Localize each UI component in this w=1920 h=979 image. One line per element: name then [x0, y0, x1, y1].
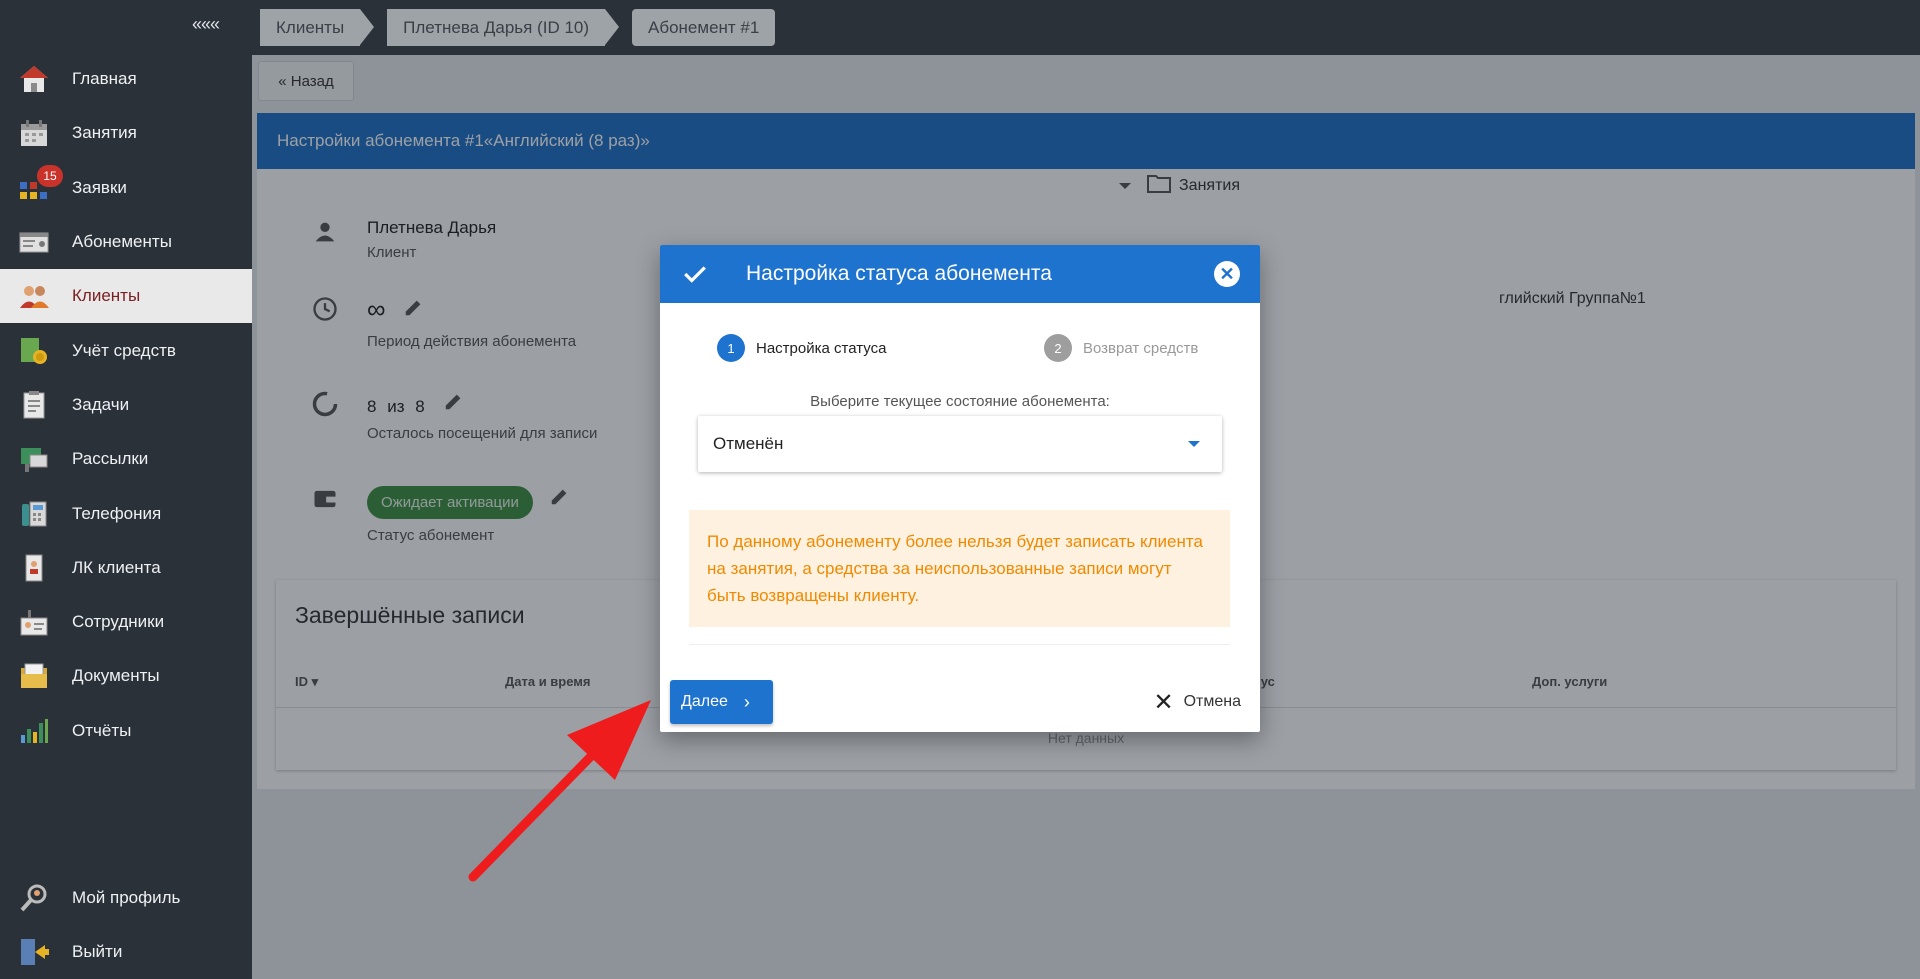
sidebar-item-finance[interactable]: Учёт средств — [0, 323, 252, 377]
sidebar-item-label: Заявки — [72, 177, 127, 197]
sidebar-item-my-profile[interactable]: Мой профиль — [0, 870, 252, 924]
sidebar-item-mailings[interactable]: Рассылки — [0, 432, 252, 486]
next-button-label: Далее — [681, 693, 728, 710]
sidebar-item-label: Документы — [72, 666, 160, 686]
staff-icon — [18, 606, 50, 638]
dialog-header: Настройка статуса абонемента ✕ — [660, 245, 1260, 303]
reports-icon — [18, 715, 50, 747]
sidebar-item-subscriptions[interactable]: Абонементы — [0, 215, 252, 269]
mailing-icon — [18, 443, 50, 475]
topbar: Клиенты Плетнева Дарья (ID 10) Абонемент… — [252, 0, 1920, 55]
breadcrumb-client[interactable]: Плетнева Дарья (ID 10) — [387, 9, 619, 46]
sidebar-item-label: Мой профиль — [72, 887, 181, 907]
sidebar-item-clients[interactable]: Клиенты — [0, 269, 252, 324]
cancel-button-label: Отмена — [1183, 693, 1241, 710]
sidebar-bottom-nav: Мой профиль Выйти — [0, 870, 252, 979]
documents-icon — [18, 660, 50, 692]
step-number: 1 — [717, 334, 745, 362]
stepper: 1 Настройка статуса 2 Возврат средств — [660, 334, 1260, 364]
next-button[interactable]: Далее › — [670, 680, 773, 724]
sidebar-item-label: Главная — [72, 69, 137, 89]
step-number: 2 — [1044, 334, 1072, 362]
sidebar-item-label: Выйти — [72, 941, 123, 961]
subscription-card-icon — [18, 226, 50, 258]
client-cabinet-icon — [18, 552, 50, 584]
sidebar: ««« Главная Занятия 15 Заявки Абонементы — [0, 0, 252, 979]
clients-icon — [18, 280, 50, 312]
sidebar-item-logout[interactable]: Выйти — [0, 925, 252, 979]
step-label: Настройка статуса — [756, 339, 887, 357]
sidebar-nav: Главная Занятия 15 Заявки Абонементы Кли… — [0, 52, 252, 758]
finance-icon — [18, 335, 50, 367]
requests-count-badge: 15 — [37, 164, 63, 187]
sidebar-item-reports[interactable]: Отчёты — [0, 704, 252, 758]
sidebar-item-label: Рассылки — [72, 449, 149, 469]
breadcrumb-subscription[interactable]: Абонемент #1 — [632, 9, 776, 46]
sidebar-item-lessons[interactable]: Занятия — [0, 106, 252, 160]
sidebar-item-label: Телефония — [72, 503, 162, 523]
sidebar-item-client-cabinet[interactable]: ЛК клиента — [0, 541, 252, 595]
sidebar-item-home[interactable]: Главная — [0, 52, 252, 106]
check-icon — [682, 261, 708, 287]
divider — [689, 644, 1230, 645]
status-settings-dialog: Настройка статуса абонемента ✕ 1 Настрой… — [660, 245, 1260, 732]
sidebar-item-label: Задачи — [72, 394, 130, 414]
caret-down-icon — [1188, 441, 1200, 447]
close-icon: ✕ — [1153, 688, 1174, 716]
dialog-title: Настройка статуса абонемента — [746, 262, 1052, 285]
sidebar-item-label: Клиенты — [72, 286, 141, 306]
select-label: Выберите текущее состояние абонемента: — [810, 393, 1110, 410]
close-icon[interactable]: ✕ — [1214, 261, 1240, 287]
logout-icon — [18, 936, 50, 968]
chevron-right-icon: › — [743, 691, 750, 712]
sidebar-item-label: Отчёты — [72, 720, 132, 740]
step-refund[interactable]: 2 Возврат средств — [1044, 334, 1198, 362]
status-select-value: Отменён — [713, 434, 784, 453]
calendar-icon — [18, 117, 50, 149]
profile-icon — [18, 882, 50, 914]
warning-message: По данному абонементу более нельзя будет… — [689, 510, 1230, 627]
breadcrumb: Клиенты Плетнева Дарья (ID 10) Абонемент… — [260, 9, 802, 46]
sidebar-item-label: Занятия — [72, 123, 137, 143]
sidebar-item-label: Учёт средств — [72, 340, 176, 360]
sidebar-item-label: Абонементы — [72, 232, 172, 252]
home-icon — [18, 63, 50, 95]
sidebar-item-label: Сотрудники — [72, 612, 165, 632]
collapse-sidebar-button[interactable]: ««« — [192, 14, 220, 35]
sidebar-item-label: ЛК клиента — [72, 557, 161, 577]
cancel-button[interactable]: ✕ Отмена — [1153, 685, 1241, 719]
sidebar-item-documents[interactable]: Документы — [0, 649, 252, 703]
sidebar-item-staff[interactable]: Сотрудники — [0, 595, 252, 649]
status-select[interactable]: Отменён — [698, 416, 1222, 472]
sidebar-item-tasks[interactable]: Задачи — [0, 378, 252, 432]
step-label: Возврат средств — [1083, 339, 1199, 357]
step-status[interactable]: 1 Настройка статуса — [717, 334, 886, 362]
sidebar-item-telephony[interactable]: Телефония — [0, 486, 252, 540]
sidebar-item-requests[interactable]: 15 Заявки — [0, 161, 252, 215]
tasks-icon — [18, 389, 50, 421]
breadcrumb-clients[interactable]: Клиенты — [260, 9, 375, 46]
phone-icon — [18, 498, 50, 530]
